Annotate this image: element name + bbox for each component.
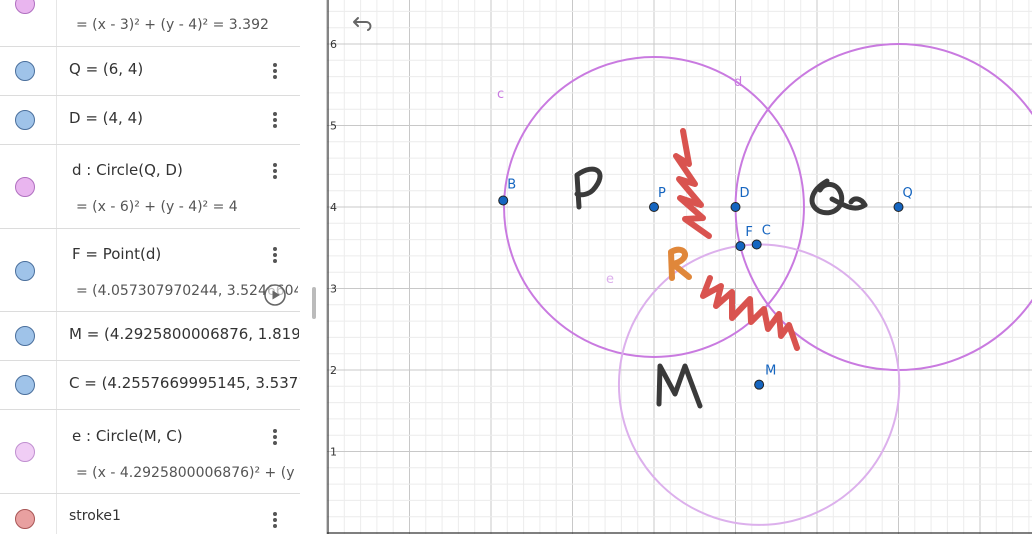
- y-tick-label: 4: [330, 201, 337, 214]
- point-label-P: P: [658, 186, 666, 201]
- play-icon[interactable]: [263, 283, 287, 307]
- point-M[interactable]: [754, 379, 765, 390]
- point-Q[interactable]: [893, 202, 904, 212]
- point-label-F: F: [745, 225, 752, 240]
- point-C[interactable]: [751, 239, 762, 250]
- visibility-toggle-icon[interactable]: [15, 375, 35, 395]
- circle-label-c: c: [497, 87, 504, 102]
- more-vert-icon[interactable]: [268, 510, 282, 532]
- algebra-row-stroke1[interactable]: stroke1: [0, 494, 300, 534]
- algebra-row-Q[interactable]: Q = (6, 4): [0, 47, 300, 96]
- visibility-toggle-icon[interactable]: [15, 442, 35, 462]
- visibility-toggle-icon[interactable]: [15, 177, 35, 197]
- algebra-row-e[interactable]: e : Circle(M, C) = (x - 4.2925800006876)…: [0, 410, 300, 494]
- more-vert-icon[interactable]: [268, 427, 282, 449]
- definition-text[interactable]: F = Point(d): [72, 245, 161, 263]
- definition-text[interactable]: Q = (6, 4): [69, 60, 143, 78]
- visibility-toggle-icon[interactable]: [15, 110, 35, 130]
- point-label-B: B: [507, 177, 516, 192]
- more-vert-icon[interactable]: [268, 245, 282, 267]
- more-vert-icon[interactable]: [268, 110, 282, 132]
- point-label-M: M: [765, 364, 776, 379]
- algebra-row-partial[interactable]: = (x - 3)² + (y - 4)² = 3.392: [0, 0, 300, 47]
- stroke-Q-letter: [809, 178, 868, 216]
- value-text: = (x - 3)² + (y - 4)² = 3.392: [76, 17, 269, 33]
- definition-text[interactable]: d : Circle(Q, D): [72, 161, 183, 179]
- point-P[interactable]: [649, 202, 659, 212]
- algebra-row-d[interactable]: d : Circle(Q, D) = (x - 6)² + (y - 4)² =…: [0, 145, 300, 229]
- definition-text[interactable]: M = (4.2925800006876, 1.819472: [69, 325, 299, 343]
- circle-label-d: d: [734, 75, 742, 90]
- visibility-toggle-icon[interactable]: [15, 261, 35, 281]
- y-tick-label: 5: [330, 120, 337, 133]
- resize-handle[interactable]: [312, 287, 316, 319]
- algebra-row-C[interactable]: C = (4.2557669995145, 3.537124: [0, 361, 300, 410]
- algebra-view: = (x - 3)² + (y - 4)² = 3.392 Q = (6, 4)…: [0, 0, 300, 534]
- visibility-toggle-icon[interactable]: [15, 61, 35, 81]
- definition-text[interactable]: D = (4, 4): [69, 109, 143, 127]
- y-tick-label: 6: [330, 38, 337, 51]
- point-label-D: D: [740, 186, 750, 201]
- more-vert-icon[interactable]: [268, 161, 282, 183]
- definition-text[interactable]: C = (4.2557669995145, 3.537124: [69, 374, 300, 392]
- algebra-row-M[interactable]: M = (4.2925800006876, 1.819472: [0, 312, 300, 361]
- point-B[interactable]: [498, 195, 509, 206]
- definition-text[interactable]: stroke1: [69, 508, 121, 524]
- y-tick-label: 3: [330, 283, 337, 296]
- point-label-C: C: [762, 223, 771, 238]
- undo-icon[interactable]: [352, 14, 376, 34]
- y-tick-label: 1: [330, 446, 337, 459]
- visibility-toggle-icon[interactable]: [15, 509, 35, 529]
- view-divider: [300, 0, 326, 534]
- point-D[interactable]: [730, 202, 741, 212]
- value-text: = (x - 6)² + (y - 4)² = 4: [76, 199, 238, 215]
- point-F[interactable]: [735, 241, 746, 252]
- definition-text[interactable]: e : Circle(M, C): [72, 427, 183, 445]
- y-tick-label: 2: [330, 364, 337, 377]
- value-text: = (x - 4.2925800006876)² + (y -: [76, 465, 298, 481]
- more-vert-icon[interactable]: [268, 61, 282, 83]
- point-label-Q: Q: [903, 186, 913, 201]
- circle-label-e: e: [606, 272, 614, 287]
- visibility-toggle-icon[interactable]: [15, 0, 35, 14]
- graphics-view[interactable]: 6 5 4 3 2 1 c d e B P D Q F C M: [327, 0, 1032, 534]
- algebra-row-F[interactable]: F = Point(d) = (4.057307970244, 3.524660…: [0, 229, 300, 312]
- stroke-red-zigzag-vertical: [673, 128, 712, 239]
- visibility-toggle-icon[interactable]: [15, 326, 35, 346]
- algebra-row-D[interactable]: D = (4, 4): [0, 96, 300, 145]
